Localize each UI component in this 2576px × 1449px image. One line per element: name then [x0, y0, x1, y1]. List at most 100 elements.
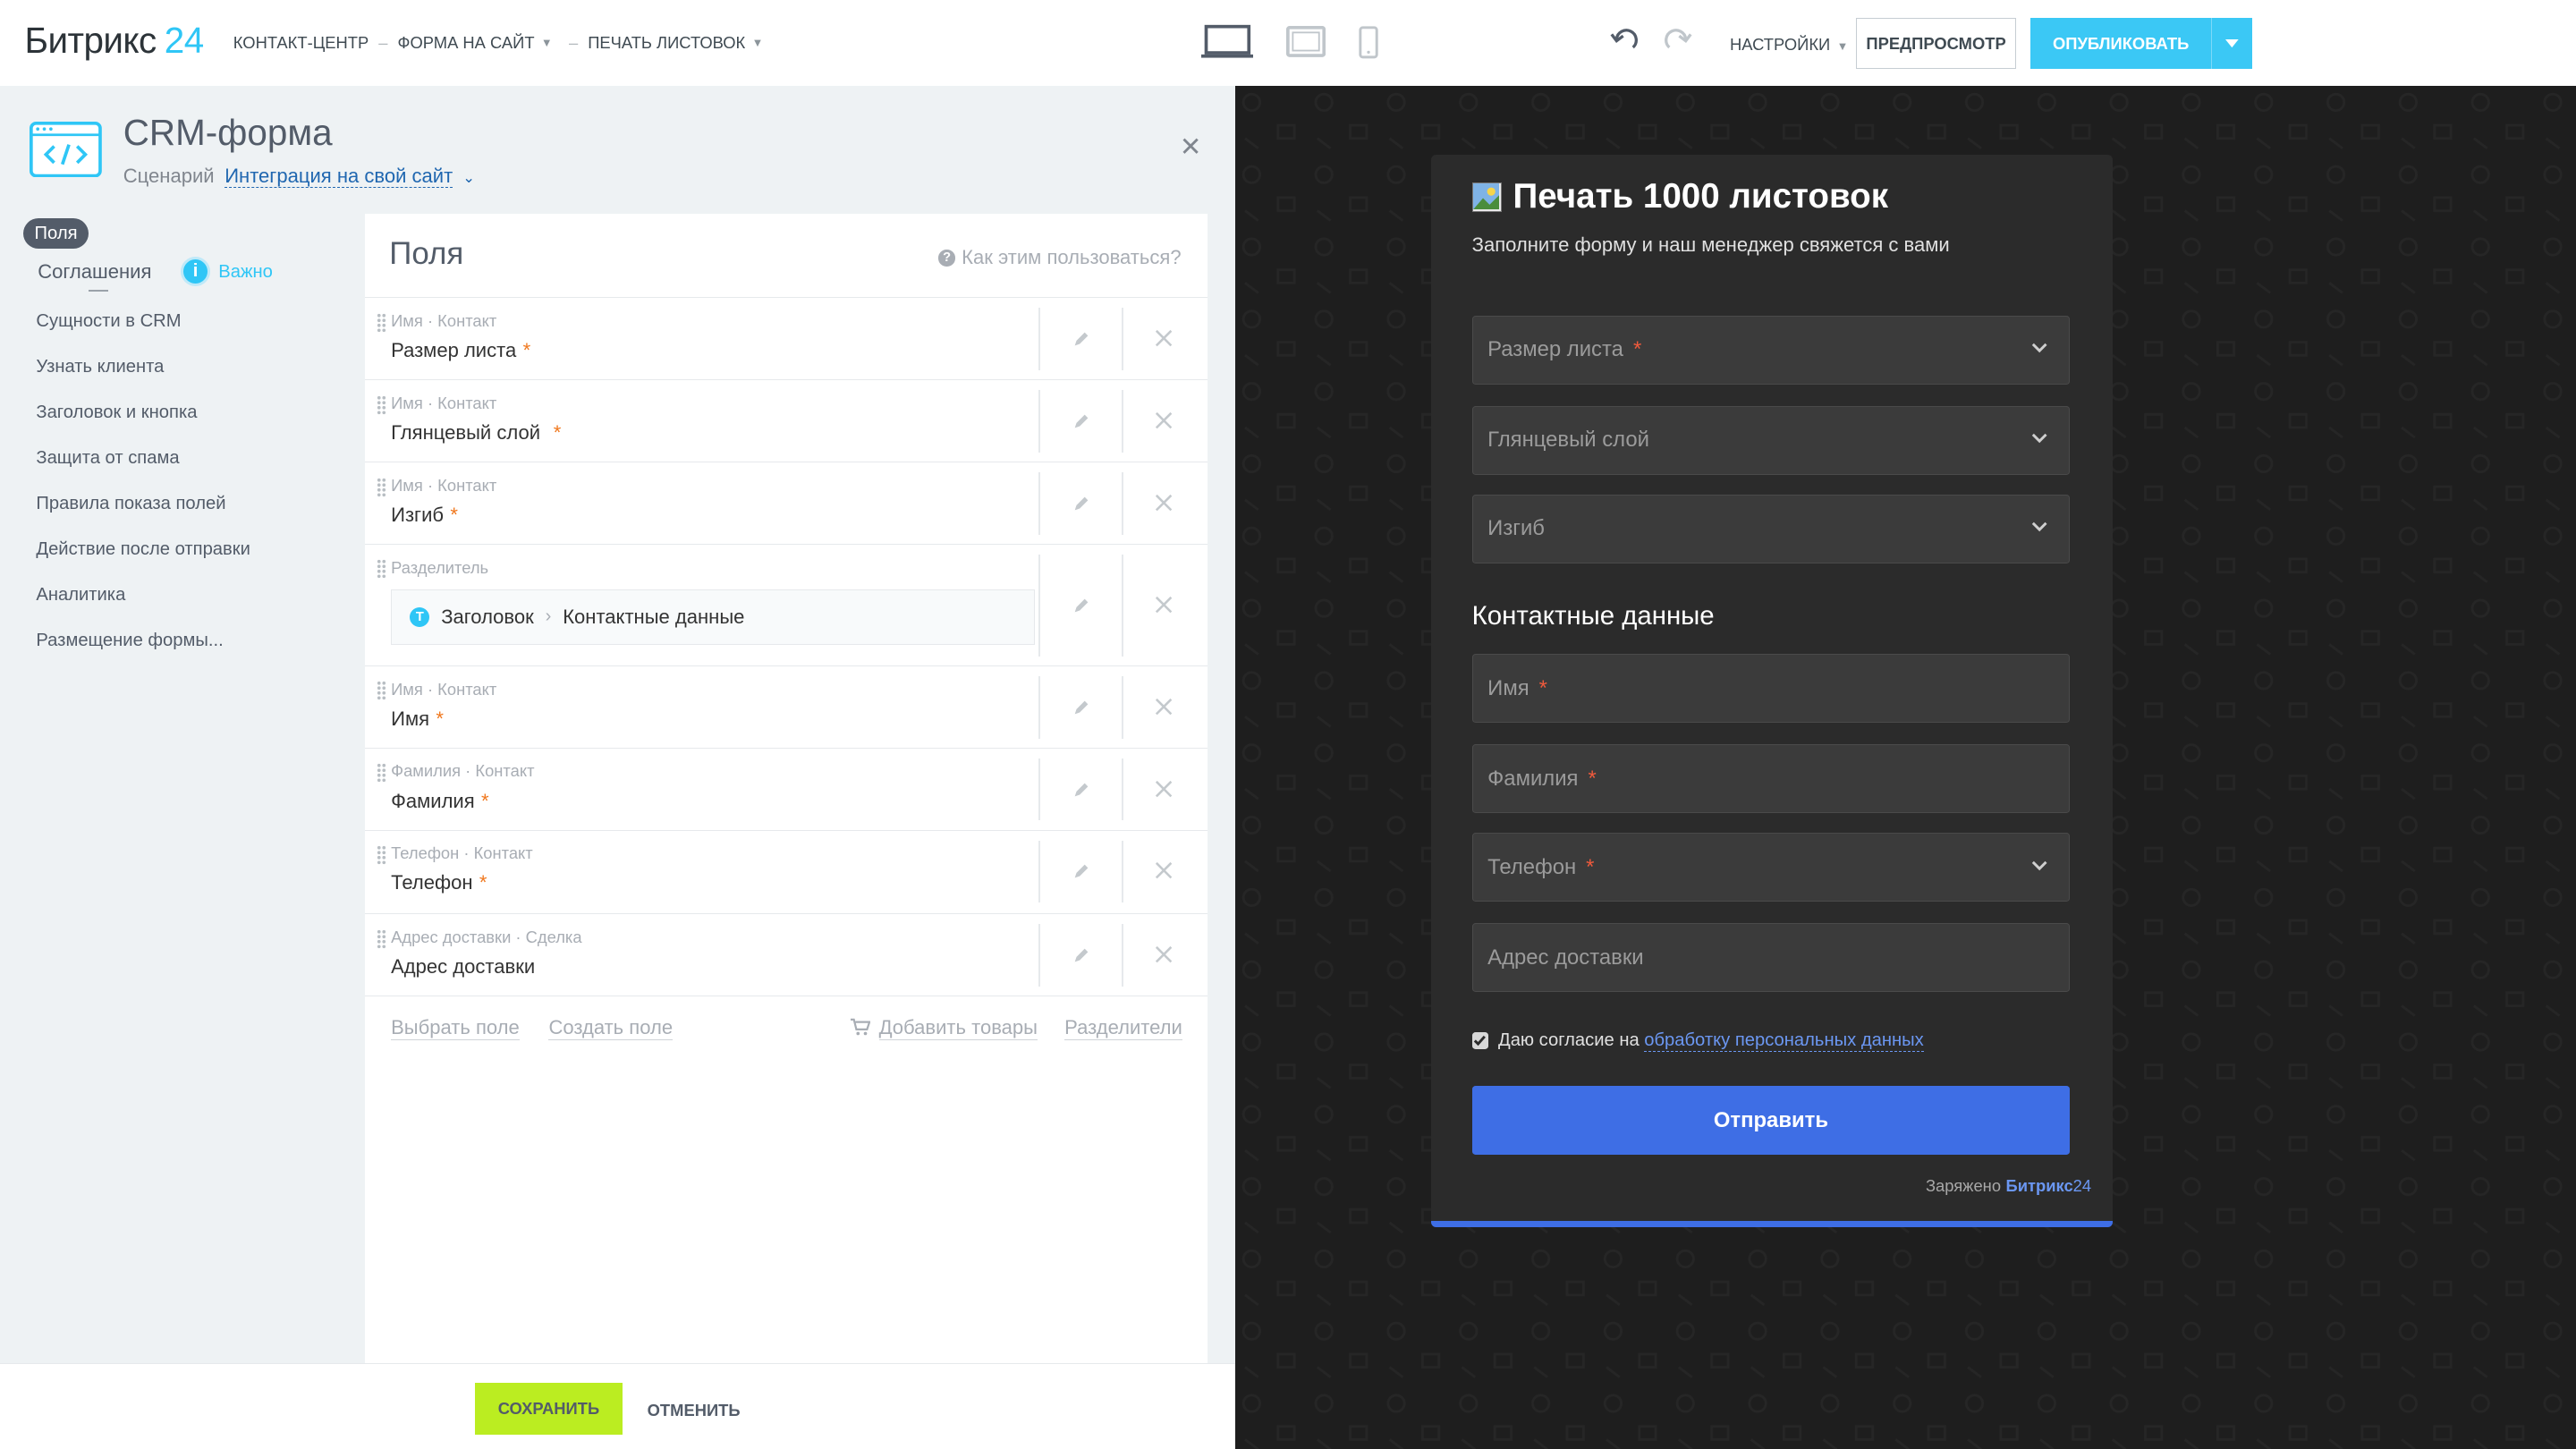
- delete-icon[interactable]: [1155, 945, 1173, 963]
- divider: [1038, 472, 1040, 535]
- preview-button[interactable]: ПРЕДПРОСМОТР: [1856, 18, 2016, 70]
- field-row[interactable]: Имя · Контакт Размер листа *: [364, 297, 1208, 380]
- scenario-value[interactable]: Интеграция на свой сайт: [225, 164, 453, 188]
- drag-handle-icon[interactable]: [377, 929, 386, 949]
- publish-dropdown-button[interactable]: [2211, 18, 2253, 70]
- drag-handle-icon[interactable]: [377, 845, 386, 865]
- chevron-down-icon[interactable]: ⌄: [462, 169, 475, 186]
- drag-handle-icon[interactable]: [377, 681, 386, 700]
- fold-select[interactable]: Изгиб: [1471, 494, 2071, 564]
- publish-button[interactable]: ОПУБЛИКОВАТЬ: [2030, 18, 2212, 70]
- delete-icon[interactable]: [1155, 411, 1173, 429]
- divider: [1038, 554, 1040, 657]
- form-editor-panel: CRM-форма Сценарий Интеграция на свой са…: [0, 85, 1236, 1449]
- drag-handle-icon[interactable]: [377, 763, 386, 783]
- bitrix24-logo[interactable]: Битрикс 24: [25, 20, 205, 62]
- pencil-icon[interactable]: [1072, 411, 1091, 431]
- separators-link[interactable]: Разделители: [1064, 1016, 1182, 1041]
- add-products-link[interactable]: Добавить товары: [878, 1016, 1038, 1041]
- consent-link[interactable]: обработку персональных данных: [1644, 1030, 1924, 1052]
- submit-button[interactable]: Отправить: [1471, 1086, 2071, 1156]
- laptop-icon[interactable]: [1200, 23, 1254, 59]
- drag-handle-icon[interactable]: [377, 559, 386, 579]
- delete-icon[interactable]: [1155, 596, 1173, 614]
- breadcrumb-label: ФОРМА НА САЙТ: [397, 32, 535, 52]
- divider: [1038, 758, 1040, 821]
- pencil-icon[interactable]: [1072, 945, 1091, 965]
- tablet-icon[interactable]: [1286, 26, 1326, 59]
- delivery-address-input[interactable]: Адрес доставки: [1471, 923, 2071, 993]
- select-field-link[interactable]: Выбрать поле: [391, 1016, 520, 1041]
- breadcrumb-site-form[interactable]: ФОРМА НА САЙТ ▼: [398, 33, 553, 53]
- drag-handle-icon[interactable]: [377, 313, 386, 333]
- form-subtitle: Заполните форму и наш менеджер свяжется …: [1471, 233, 1950, 256]
- redo-icon[interactable]: [1663, 28, 1692, 54]
- cancel-button[interactable]: ОТМЕНИТЬ: [648, 1401, 741, 1420]
- form-title-text: Печать 1000 листовок: [1513, 177, 1889, 216]
- create-field-link[interactable]: Создать поле: [548, 1016, 674, 1041]
- consent-checkbox[interactable]: [1471, 1032, 1489, 1049]
- field-meta: Фамилия · Контакт: [391, 761, 535, 781]
- sheet-size-select[interactable]: Размер листа *: [1471, 315, 2071, 385]
- separator-value-box: T Заголовок › Контактные данные: [391, 589, 1036, 645]
- help-link[interactable]: ? Как этим пользоваться?: [938, 246, 1182, 269]
- gloss-layer-select[interactable]: Глянцевый слой: [1471, 405, 2071, 475]
- pencil-icon[interactable]: [1072, 329, 1091, 349]
- form-title: Печать 1000 листовок: [1471, 177, 1889, 216]
- divider: [1038, 308, 1040, 371]
- breadcrumb-contact-center[interactable]: КОНТАКТ-ЦЕНТР: [233, 33, 369, 53]
- nav-item-header-button[interactable]: Заголовок и кнопка: [36, 391, 352, 436]
- delete-icon[interactable]: [1155, 861, 1173, 879]
- delete-icon[interactable]: [1155, 698, 1173, 716]
- last-name-input[interactable]: Фамилия *: [1471, 744, 2071, 814]
- field-row[interactable]: Адрес доставки · Сделка Адрес доставки: [364, 913, 1208, 996]
- required-mark: *: [1538, 675, 1547, 700]
- divider: [1122, 308, 1124, 371]
- field-row[interactable]: Фамилия · Контакт Фамилия *: [364, 747, 1208, 831]
- phone-icon[interactable]: [1359, 26, 1378, 59]
- first-name-input[interactable]: Имя *: [1471, 653, 2071, 724]
- breadcrumb-print-flyers[interactable]: ПЕЧАТЬ ЛИСТОВОК ▼: [588, 33, 763, 53]
- drag-handle-icon[interactable]: [377, 478, 386, 497]
- divider: [1122, 472, 1124, 535]
- nav-item-fields[interactable]: Поля: [22, 218, 89, 250]
- scenario-selector: Сценарий Интеграция на свой сайт ⌄: [123, 164, 475, 188]
- field-row[interactable]: Телефон · Контакт Телефон *: [364, 829, 1208, 913]
- nav-item-field-rules[interactable]: Правила показа полей: [36, 482, 352, 528]
- nav-item-crm-entities[interactable]: Сущности в CRM: [36, 300, 352, 345]
- delete-icon[interactable]: [1155, 494, 1173, 512]
- pencil-icon[interactable]: [1072, 861, 1091, 881]
- important-badge[interactable]: Важно: [218, 262, 273, 283]
- save-button[interactable]: СОХРАНИТЬ: [474, 1382, 623, 1436]
- phone-input[interactable]: Телефон *: [1471, 833, 2071, 902]
- field-meta: Имя · Контакт: [391, 679, 497, 699]
- required-mark: *: [1632, 337, 1642, 362]
- logo-number: 24: [164, 20, 204, 62]
- drag-handle-icon[interactable]: [377, 395, 386, 415]
- fields-panel: Поля ? Как этим пользоваться? Имя · Конта…: [364, 213, 1208, 1449]
- pencil-icon[interactable]: [1072, 596, 1091, 615]
- delete-icon[interactable]: [1155, 329, 1173, 347]
- field-name: Изгиб *: [391, 504, 458, 527]
- required-mark: *: [481, 789, 489, 812]
- delete-icon[interactable]: [1155, 780, 1173, 798]
- nav-item-agreements[interactable]: Соглашения: [38, 260, 151, 284]
- nav-item-after-submit[interactable]: Действие после отправки: [36, 528, 352, 573]
- separator-row[interactable]: Разделитель T Заголовок › Контактные дан…: [364, 543, 1208, 666]
- field-row[interactable]: Имя · Контакт Изгиб *: [364, 462, 1208, 545]
- field-row[interactable]: Имя · Контакт Имя *: [364, 665, 1208, 749]
- close-icon[interactable]: ✕: [1180, 131, 1202, 163]
- settings-menu[interactable]: НАСТРОЙКИ ▼: [1730, 35, 1848, 55]
- pencil-icon[interactable]: [1072, 698, 1091, 717]
- chevron-down-icon: [2031, 522, 2047, 532]
- nav-item-spam-protection[interactable]: Защита от спама: [36, 436, 352, 482]
- nav-item-identify-client[interactable]: Узнать клиента: [36, 345, 352, 391]
- nav-item-placement[interactable]: Размещение формы...: [36, 619, 352, 665]
- breadcrumb-label: ПЕЧАТЬ ЛИСТОВОК: [588, 32, 746, 52]
- pencil-icon[interactable]: [1072, 780, 1091, 800]
- field-row[interactable]: Имя · Контакт Глянцевый слой *: [364, 379, 1208, 462]
- nav-item-analytics[interactable]: Аналитика: [36, 573, 352, 619]
- undo-icon[interactable]: [1610, 28, 1640, 54]
- powered-brand[interactable]: Битрикс: [2006, 1176, 2073, 1195]
- pencil-icon[interactable]: [1072, 494, 1091, 513]
